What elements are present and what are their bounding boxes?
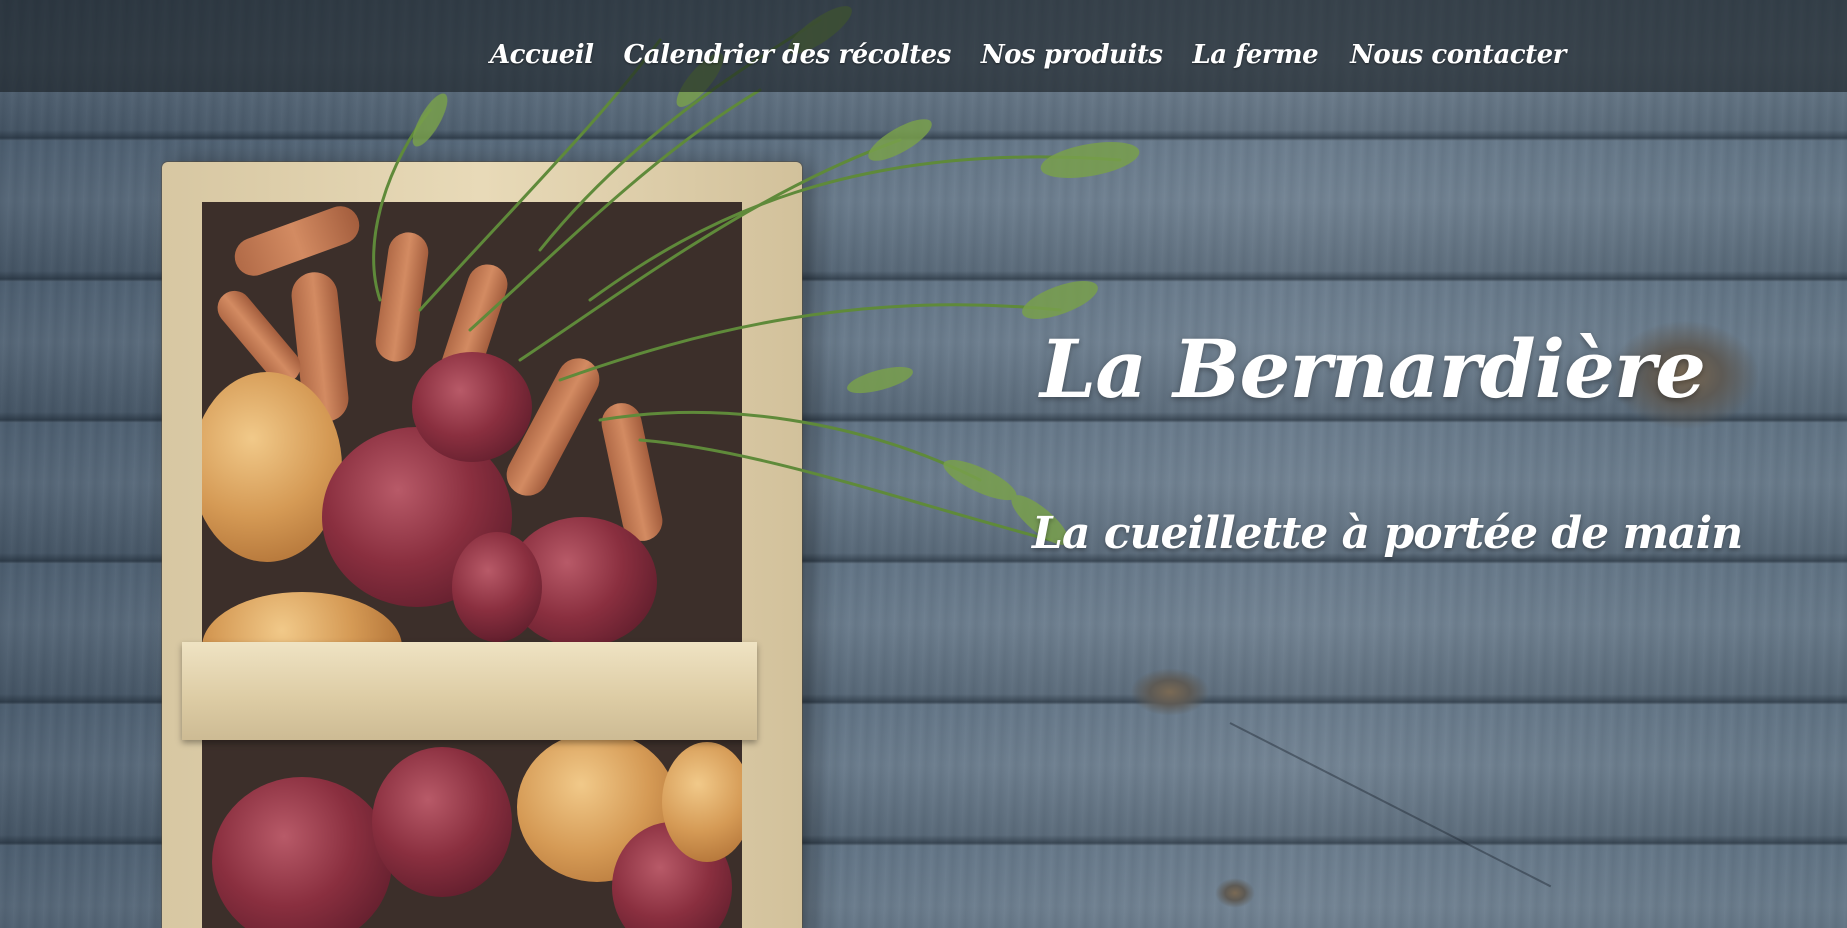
nav-item-contact[interactable]: Nous contacter [1350,40,1566,70]
site-tagline: La cueillette à portée de main [1032,508,1743,559]
nav-item-calendrier[interactable]: Calendrier des récoltes [624,40,952,70]
hero-background [0,0,1847,928]
top-navbar: Accueil Calendrier des récoltes Nos prod… [0,0,1847,92]
nav-menu: Accueil Calendrier des récoltes Nos prod… [490,40,1566,70]
nav-item-produits[interactable]: Nos produits [981,40,1163,70]
nav-item-accueil[interactable]: Accueil [490,40,594,70]
carrot-greens [372,6,1140,545]
site-title: La Bernardière [1040,322,1706,416]
nav-item-ferme[interactable]: La ferme [1192,40,1318,70]
